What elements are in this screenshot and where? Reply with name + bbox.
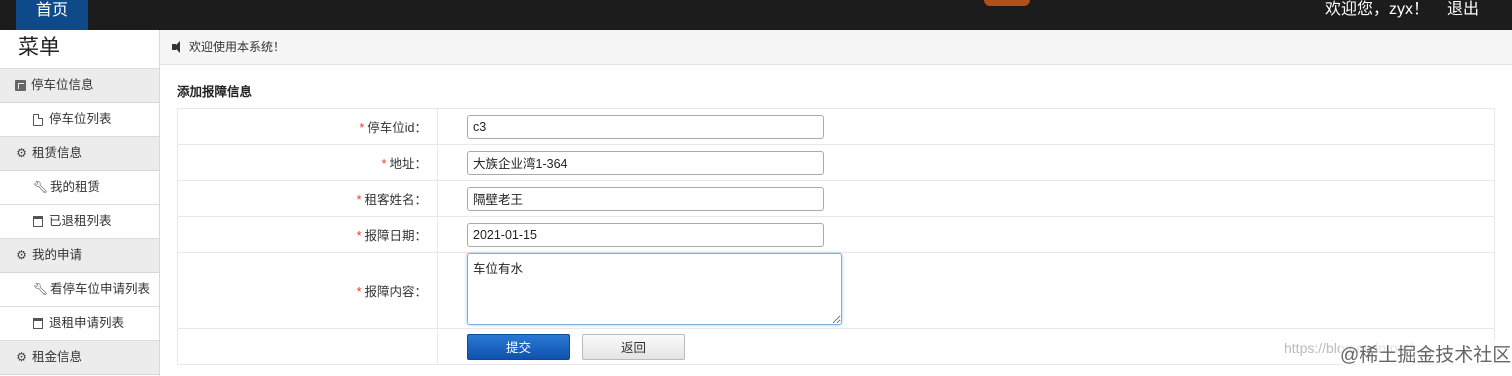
field-cell: [437, 180, 1495, 217]
menu-title: 菜单: [0, 30, 159, 69]
sidebar-group-my-applications[interactable]: ⚙ 我的申请: [0, 239, 159, 273]
sidebar-item-ended-rentals[interactable]: 已退租列表: [0, 205, 159, 239]
field-label: * 停车位id：: [177, 108, 438, 145]
sidebar-item-label: 看停车位申请列表: [50, 282, 151, 296]
report-date-input[interactable]: [467, 222, 824, 247]
gear-icon: ⚙: [16, 146, 27, 160]
report-form: *停车位id： *地址： *租客姓名： *报障日期： *报障内容： 车位有水 提…: [177, 108, 1495, 365]
field-label: * 报障内容：: [177, 252, 438, 329]
gear-icon: ⚙: [16, 350, 27, 364]
welcome-user-text: 欢迎您，zyx！: [1325, 1, 1430, 18]
required-mark: *: [356, 229, 362, 243]
field-label-text: 停车位id：: [367, 121, 427, 135]
speaker-icon: [172, 41, 186, 53]
sidebar-group-label: 租金信息: [32, 350, 83, 364]
field-label: * 报障日期：: [177, 216, 438, 253]
sidebar-item-label: 已退租列表: [49, 214, 112, 228]
submit-button[interactable]: 提交: [467, 333, 570, 360]
required-mark: *: [356, 193, 362, 207]
sidebar-group-label: 我的申请: [32, 248, 83, 262]
field-label-text: 报障日期：: [364, 229, 427, 243]
sidebar-group-label: 租赁信息: [32, 146, 83, 160]
file-icon: [33, 113, 43, 126]
sidebar-item-label: 停车位列表: [49, 112, 112, 126]
sidebar-group-rental-info[interactable]: ⚙ 租赁信息: [0, 137, 159, 171]
required-mark: *: [356, 285, 362, 299]
sidebar-item-my-rentals[interactable]: 🔧︎ 我的租赁: [0, 171, 159, 205]
field-cell: [437, 216, 1495, 253]
empty-cell: [177, 328, 438, 365]
back-button[interactable]: 返回: [582, 333, 685, 360]
wrench-icon: 🔧︎: [33, 282, 49, 296]
sidebar-group-parking-info[interactable]: 停车位信息: [0, 69, 159, 103]
trash-icon: [33, 216, 43, 227]
address-input[interactable]: [467, 150, 824, 175]
box-icon: [15, 80, 26, 91]
field-label-text: 报障内容：: [364, 285, 427, 299]
form-row: * 停车位id：: [177, 108, 1495, 145]
wrench-icon: 🔧︎: [33, 180, 49, 194]
sidebar-item-label: 我的租赁: [50, 180, 101, 194]
gear-icon: ⚙: [16, 248, 27, 262]
top-bar: 首页 欢迎您，zyx！ 退出: [0, 0, 1512, 30]
report-content-textarea[interactable]: 车位有水: [467, 253, 842, 325]
parking-id-input[interactable]: [467, 114, 824, 139]
field-cell: [437, 144, 1495, 181]
form-row: * 租客姓名：: [177, 180, 1495, 217]
field-label: * 地址：: [177, 144, 438, 181]
required-mark: *: [359, 121, 365, 135]
tenant-name-input[interactable]: [467, 186, 824, 211]
form-row: * 地址：: [177, 144, 1495, 181]
field-label-text: 租客姓名：: [364, 193, 427, 207]
notice-bar: 欢迎使用本系统！: [160, 30, 1512, 65]
sidebar-group-label: 停车位信息: [31, 78, 94, 92]
notice-text: 欢迎使用本系统！: [189, 39, 286, 54]
home-tab[interactable]: 首页: [16, 0, 88, 30]
sidebar-item-parking-list[interactable]: 停车位列表: [0, 103, 159, 137]
page-title: 添加报障信息: [177, 85, 253, 99]
sidebar-item-parking-applications[interactable]: 🔧︎ 看停车位申请列表: [0, 273, 159, 307]
field-cell: [437, 108, 1495, 145]
sidebar-item-label: 退租申请列表: [49, 316, 125, 330]
field-label-text: 地址：: [389, 157, 427, 171]
sidebar-menu: 菜单 停车位信息 停车位列表 ⚙ 租赁信息 🔧︎ 我的租赁 已退租列表 ⚙ 我的…: [0, 30, 160, 376]
field-label: * 租客姓名：: [177, 180, 438, 217]
form-row: * 报障日期：: [177, 216, 1495, 253]
sidebar-item-termination-applications[interactable]: 退租申请列表: [0, 307, 159, 341]
form-row: * 报障内容： 车位有水: [177, 252, 1495, 329]
sidebar-group-rent-info[interactable]: ⚙ 租金信息: [0, 341, 159, 375]
required-mark: *: [381, 157, 387, 171]
trash-icon: [33, 318, 43, 329]
logout-link[interactable]: 退出: [1447, 0, 1479, 20]
field-cell: 车位有水: [437, 252, 1495, 329]
logo-fragment: [984, 0, 1030, 6]
watermark-brand: @稀土掘金技术社区: [1340, 340, 1512, 367]
